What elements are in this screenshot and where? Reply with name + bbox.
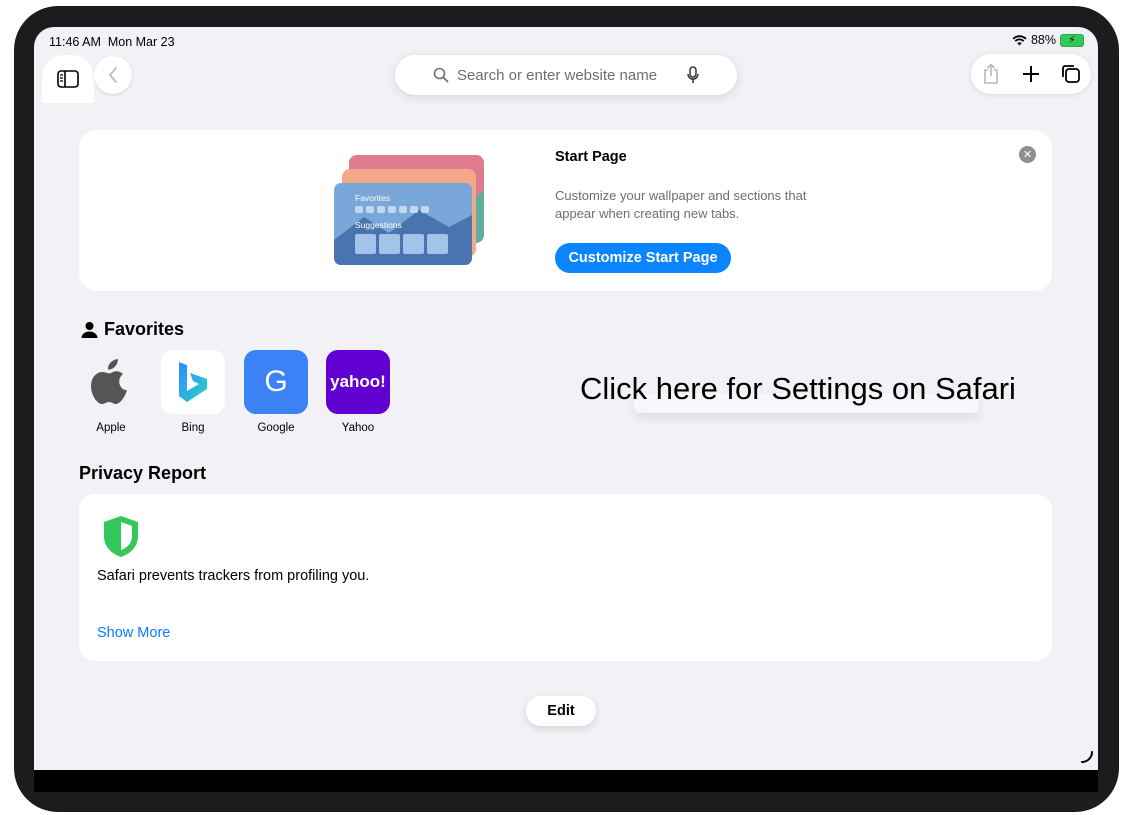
edit-button[interactable]: Edit (526, 696, 596, 726)
shield-icon (104, 516, 138, 557)
start-page-title: Start Page (555, 149, 627, 165)
favorite-yahoo[interactable]: yahoo! Yahoo (326, 350, 390, 434)
bing-icon (161, 350, 225, 414)
customize-start-page-button[interactable]: Customize Start Page (555, 243, 731, 273)
google-icon: G (244, 350, 308, 414)
favorite-label: Yahoo (341, 422, 375, 434)
svg-text:Suggestions: Suggestions (355, 220, 402, 230)
home-indicator-bar (34, 770, 1098, 792)
new-tab-button[interactable] (1013, 56, 1049, 92)
tabs-icon (1062, 65, 1080, 83)
favorite-label: Bing (181, 422, 205, 434)
search-icon (433, 67, 449, 83)
apple-icon (79, 350, 143, 414)
chevron-left-icon (108, 67, 117, 83)
wifi-icon (1012, 34, 1027, 45)
back-button[interactable] (94, 56, 132, 94)
status-time: 11:46 AM Mon Mar 23 (49, 35, 175, 49)
start-page-illustration: Favorites Suggestions (334, 155, 484, 265)
favorite-apple[interactable]: Apple (79, 350, 143, 434)
battery-percent: 88% (1030, 33, 1056, 47)
sidebar-button[interactable] (42, 55, 94, 103)
start-page-description: Customize your wallpaper and sections th… (555, 188, 807, 221)
share-button[interactable] (973, 56, 1009, 92)
address-bar[interactable]: Search or enter website name (395, 55, 737, 95)
toolbar-right-group (971, 54, 1091, 94)
yahoo-icon: yahoo! (326, 350, 390, 414)
tabs-overview-button[interactable] (1053, 56, 1089, 92)
privacy-report-text: Safari prevents trackers from profiling … (97, 568, 370, 584)
privacy-report-heading: Privacy Report (79, 463, 207, 483)
person-icon (81, 322, 98, 338)
favorites-heading: Favorites (81, 319, 184, 340)
favorite-google[interactable]: G Google (244, 350, 308, 434)
privacy-report-card: Safari prevents trackers from profiling … (79, 494, 1052, 661)
plus-icon (1023, 66, 1039, 82)
safari-screen: 11:46 AM Mon Mar 23 88% ⚡ Search or ente… (34, 27, 1098, 770)
sidebar-icon (57, 70, 79, 88)
search-placeholder: Search or enter website name (456, 66, 658, 84)
settings-hint-text[interactable]: Click here for Settings on Safari (580, 371, 1016, 407)
favorite-label: Apple (96, 422, 126, 434)
favorite-label: Google (257, 422, 295, 434)
battery-charging-icon: ⚡ (1060, 33, 1084, 47)
show-more-link[interactable]: Show More (97, 625, 170, 641)
microphone-icon[interactable] (687, 66, 699, 84)
close-icon[interactable]: ✕ (1019, 146, 1036, 163)
svg-text:Favorites: Favorites (355, 193, 390, 203)
favorite-bing[interactable]: Bing (161, 350, 225, 434)
status-indicators: 88% ⚡ (1012, 33, 1084, 47)
start-page-card: Favorites Suggestions Start Page Customi… (79, 130, 1052, 291)
share-icon (984, 63, 998, 84)
resize-handle-icon[interactable] (1080, 750, 1094, 764)
